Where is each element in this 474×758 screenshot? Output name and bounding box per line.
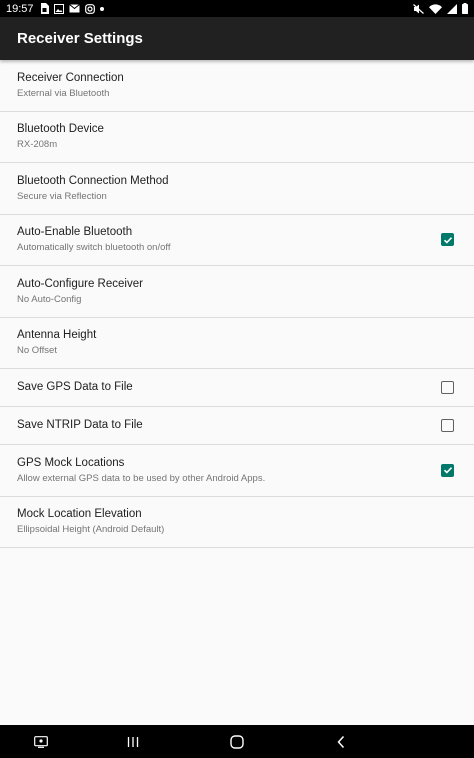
recent-apps-icon xyxy=(127,736,139,747)
pref-title: Save GPS Data to File xyxy=(17,381,133,393)
save-gps-data-checkbox[interactable] xyxy=(441,381,454,394)
gps-mock-locations-checkbox[interactable] xyxy=(441,463,454,477)
sim-card-icon xyxy=(40,3,49,14)
battery-icon xyxy=(462,3,468,14)
instagram-icon xyxy=(84,3,95,14)
pref-title: Antenna Height xyxy=(17,329,97,342)
pref-title: Bluetooth Connection Method xyxy=(17,174,169,187)
auto-enable-bluetooth-checkbox[interactable] xyxy=(441,233,454,247)
pref-auto-enable-bluetooth[interactable]: Auto-Enable Bluetooth Automatically swit… xyxy=(0,215,474,266)
pref-summary: Ellipsoidal Height (Android Default) xyxy=(17,524,165,536)
back-button[interactable] xyxy=(328,725,354,758)
navigation-bar xyxy=(0,725,474,758)
recent-apps-button[interactable] xyxy=(120,725,146,758)
pref-gps-mock-locations[interactable]: GPS Mock Locations Allow external GPS da… xyxy=(0,445,474,497)
pref-summary: Secure via Reflection xyxy=(17,190,107,202)
pref-bluetooth-connection-method[interactable]: Bluetooth Connection Method Secure via R… xyxy=(0,163,474,215)
save-ntrip-data-checkbox[interactable] xyxy=(441,419,454,432)
pref-title: Mock Location Elevation xyxy=(17,508,142,521)
pref-title: Auto-Enable Bluetooth xyxy=(17,226,133,239)
page-title: Receiver Settings xyxy=(17,30,143,47)
pref-title: Bluetooth Device xyxy=(17,123,104,136)
screenshot-button[interactable] xyxy=(28,725,54,758)
pref-title: Receiver Connection xyxy=(17,71,124,84)
screenshot-icon xyxy=(34,735,48,748)
notification-icons xyxy=(40,3,104,14)
pref-save-gps-data[interactable]: Save GPS Data to File xyxy=(0,369,474,407)
dot-icon xyxy=(99,6,104,11)
pref-bluetooth-device[interactable]: Bluetooth Device RX-208m xyxy=(0,112,474,163)
email-icon xyxy=(68,4,80,13)
system-icons xyxy=(413,3,468,14)
checkmark-icon xyxy=(443,236,452,244)
pref-title: Save NTRIP Data to File xyxy=(17,419,143,431)
pref-summary: No Auto-Config xyxy=(17,293,82,305)
signal-icon xyxy=(447,3,457,14)
image-icon xyxy=(53,3,64,14)
back-icon xyxy=(337,735,345,748)
checkmark-icon xyxy=(443,467,452,474)
status-time: 19:57 xyxy=(6,2,34,15)
status-bar: 19:57 xyxy=(0,0,474,17)
pref-auto-configure-receiver[interactable]: Auto-Configure Receiver No Auto-Config xyxy=(0,266,474,318)
pref-summary: Automatically switch bluetooth on/off xyxy=(17,242,171,254)
pref-mock-location-elevation[interactable]: Mock Location Elevation Ellipsoidal Heig… xyxy=(0,497,474,548)
pref-summary: No Offset xyxy=(17,345,57,357)
pref-title: Auto-Configure Receiver xyxy=(17,277,143,290)
pref-antenna-height[interactable]: Antenna Height No Offset xyxy=(0,318,474,369)
settings-list: Receiver Connection External via Bluetoo… xyxy=(0,60,474,548)
pref-summary: External via Bluetooth xyxy=(17,87,110,99)
app-bar: Receiver Settings xyxy=(0,17,474,60)
pref-summary: Allow external GPS data to be used by ot… xyxy=(17,472,266,484)
pref-save-ntrip-data[interactable]: Save NTRIP Data to File xyxy=(0,407,474,445)
mute-icon xyxy=(413,3,424,14)
pref-summary: RX-208m xyxy=(17,139,58,151)
pref-title: GPS Mock Locations xyxy=(17,456,125,469)
wifi-icon xyxy=(429,3,442,14)
home-button[interactable] xyxy=(224,725,250,758)
pref-receiver-connection[interactable]: Receiver Connection External via Bluetoo… xyxy=(0,60,474,112)
home-icon xyxy=(230,734,244,749)
